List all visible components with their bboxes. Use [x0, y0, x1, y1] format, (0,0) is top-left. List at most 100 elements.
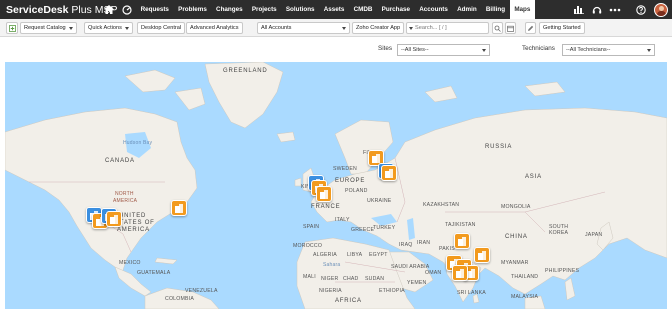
quick-actions-dropdown[interactable]: Quick Actions: [84, 22, 133, 34]
account-select[interactable]: All Accounts: [257, 22, 350, 34]
search-filter-button[interactable]: [492, 22, 503, 34]
search-input[interactable]: [415, 25, 475, 31]
label-egypt: EGYPT: [369, 252, 388, 258]
nav-maps[interactable]: Maps: [509, 0, 536, 19]
map-filter-bar: Sites --All Sites-- Technicians --All Te…: [0, 37, 672, 62]
sites-select[interactable]: --All Sites--: [397, 44, 490, 56]
sites-select-value: --All Sites--: [401, 47, 429, 53]
label-canada: CANADA: [105, 158, 135, 164]
label-yemen: YEMEN: [407, 280, 427, 286]
nav-projects[interactable]: Projects: [247, 0, 281, 19]
site-marker[interactable]: [454, 233, 470, 249]
label-guatemala: GUATEMALA: [137, 270, 171, 276]
label-japan: JAPAN: [585, 232, 603, 238]
label-hudson-bay: Hudson Bay: [123, 140, 153, 146]
reports-bar-chart-icon[interactable]: [570, 0, 588, 19]
building-icon: [458, 236, 466, 246]
label-niger: NIGER: [321, 276, 339, 282]
search-box[interactable]: [406, 22, 489, 34]
chevron-down-icon: [647, 48, 651, 52]
toolbar: Request Catalog Quick Actions Desktop Ce…: [0, 19, 672, 37]
zoho-creator-app-button[interactable]: Zoho Creator App: [352, 22, 405, 34]
nav-assets[interactable]: Assets: [319, 0, 349, 19]
nav-billing[interactable]: Billing: [481, 0, 509, 19]
label-malaysia: MALAYSIA: [511, 294, 539, 300]
label-united-states: UNITED: [119, 213, 147, 219]
dashboard-gauge-icon[interactable]: [118, 0, 136, 19]
request-catalog-label: Request Catalog: [24, 25, 66, 31]
label-russia: RUSSIA: [485, 144, 513, 150]
quick-actions-label: Quick Actions: [88, 25, 122, 31]
nav-requests[interactable]: Requests: [136, 0, 174, 19]
label-algeria: ALGERIA: [313, 252, 337, 258]
world-map[interactable]: GREENLAND CANADA Hudson Bay NORTH AMERIC…: [5, 62, 667, 309]
brand-main-text: ServiceDesk: [6, 3, 69, 16]
label-spain: SPAIN: [303, 224, 320, 230]
request-catalog-dropdown[interactable]: Request Catalog: [20, 22, 77, 34]
nav-accounts[interactable]: Accounts: [415, 0, 453, 19]
building-icon: [372, 153, 380, 163]
nav-solutions[interactable]: Solutions: [281, 0, 319, 19]
more-options-icon[interactable]: [606, 0, 624, 19]
building-icon: [385, 168, 393, 178]
headset-support-icon[interactable]: [588, 0, 606, 19]
technicians-select[interactable]: --All Technicians--: [562, 44, 655, 56]
label-poland: POLAND: [345, 188, 368, 194]
nav-changes[interactable]: Changes: [211, 0, 247, 19]
site-marker[interactable]: [474, 247, 490, 263]
chevron-down-icon: [482, 48, 486, 52]
label-north-america-2: AMERICA: [113, 198, 138, 204]
label-mexico: MEXICO: [119, 260, 141, 266]
label-venezuela: VENEZUELA: [185, 288, 218, 294]
nav-admin[interactable]: Admin: [453, 0, 482, 19]
label-sahara: Sahara: [323, 262, 341, 268]
help-icon[interactable]: [632, 0, 650, 19]
site-marker[interactable]: [316, 186, 332, 202]
top-navigation-bar: ServiceDesk Plus MSP Requests Problems C…: [0, 0, 672, 19]
label-oman: OMAN: [425, 270, 442, 276]
label-mali: MALI: [303, 274, 316, 280]
new-request-button[interactable]: [6, 22, 18, 34]
edit-pencil-button[interactable]: [525, 22, 536, 34]
label-pakistan: PAKIS: [439, 246, 455, 252]
user-avatar[interactable]: [654, 2, 668, 17]
label-chad: CHAD: [343, 276, 359, 282]
building-icon: [456, 268, 464, 278]
nav-problems[interactable]: Problems: [174, 0, 212, 19]
advanced-analytics-button[interactable]: Advanced Analytics: [186, 22, 243, 34]
home-icon[interactable]: [100, 0, 118, 19]
chevron-down-icon: [68, 26, 73, 30]
label-china: CHINA: [505, 234, 528, 240]
account-select-value: All Accounts: [261, 25, 292, 31]
label-france: FRANCE: [311, 204, 341, 210]
label-greenland: GREENLAND: [223, 68, 268, 74]
label-iran: IRAN: [417, 240, 431, 246]
label-nigeria: NIGERIA: [319, 288, 342, 294]
brand-logo[interactable]: ServiceDesk Plus MSP: [0, 3, 117, 16]
label-sweden: SWEDEN: [333, 166, 357, 172]
search-type-dropdown[interactable]: [409, 26, 413, 30]
site-marker[interactable]: [452, 265, 468, 281]
site-marker[interactable]: [106, 211, 122, 227]
label-kazakhstan: KAZAKHSTAN: [423, 202, 460, 208]
label-tajikistan: TAJIKISTAN: [445, 222, 476, 228]
chevron-down-icon: [342, 26, 346, 30]
nav-purchase[interactable]: Purchase: [377, 0, 415, 19]
top-right-controls: [570, 0, 672, 19]
desktop-central-button[interactable]: Desktop Central: [137, 22, 186, 34]
technicians-select-value: --All Technicians--: [566, 47, 611, 53]
building-icon: [467, 268, 475, 278]
label-saudi-arabia: SAUDI ARABIA: [391, 264, 430, 270]
nav-cmdb[interactable]: CMDB: [349, 0, 377, 19]
site-marker[interactable]: [171, 200, 187, 216]
building-icon: [320, 189, 328, 199]
label-sri-lanka: SRI LANKA: [457, 290, 486, 296]
calendar-button[interactable]: [505, 22, 516, 34]
label-myanmar: MYANMAR: [501, 260, 529, 266]
label-colombia: COLOMBIA: [165, 296, 194, 302]
getting-started-button[interactable]: Getting Started: [539, 22, 585, 34]
chevron-down-icon: [124, 26, 129, 30]
label-ethiopia: ETHIOPIA: [379, 288, 405, 294]
site-marker[interactable]: [381, 165, 397, 181]
label-north-america: NORTH: [115, 191, 134, 197]
